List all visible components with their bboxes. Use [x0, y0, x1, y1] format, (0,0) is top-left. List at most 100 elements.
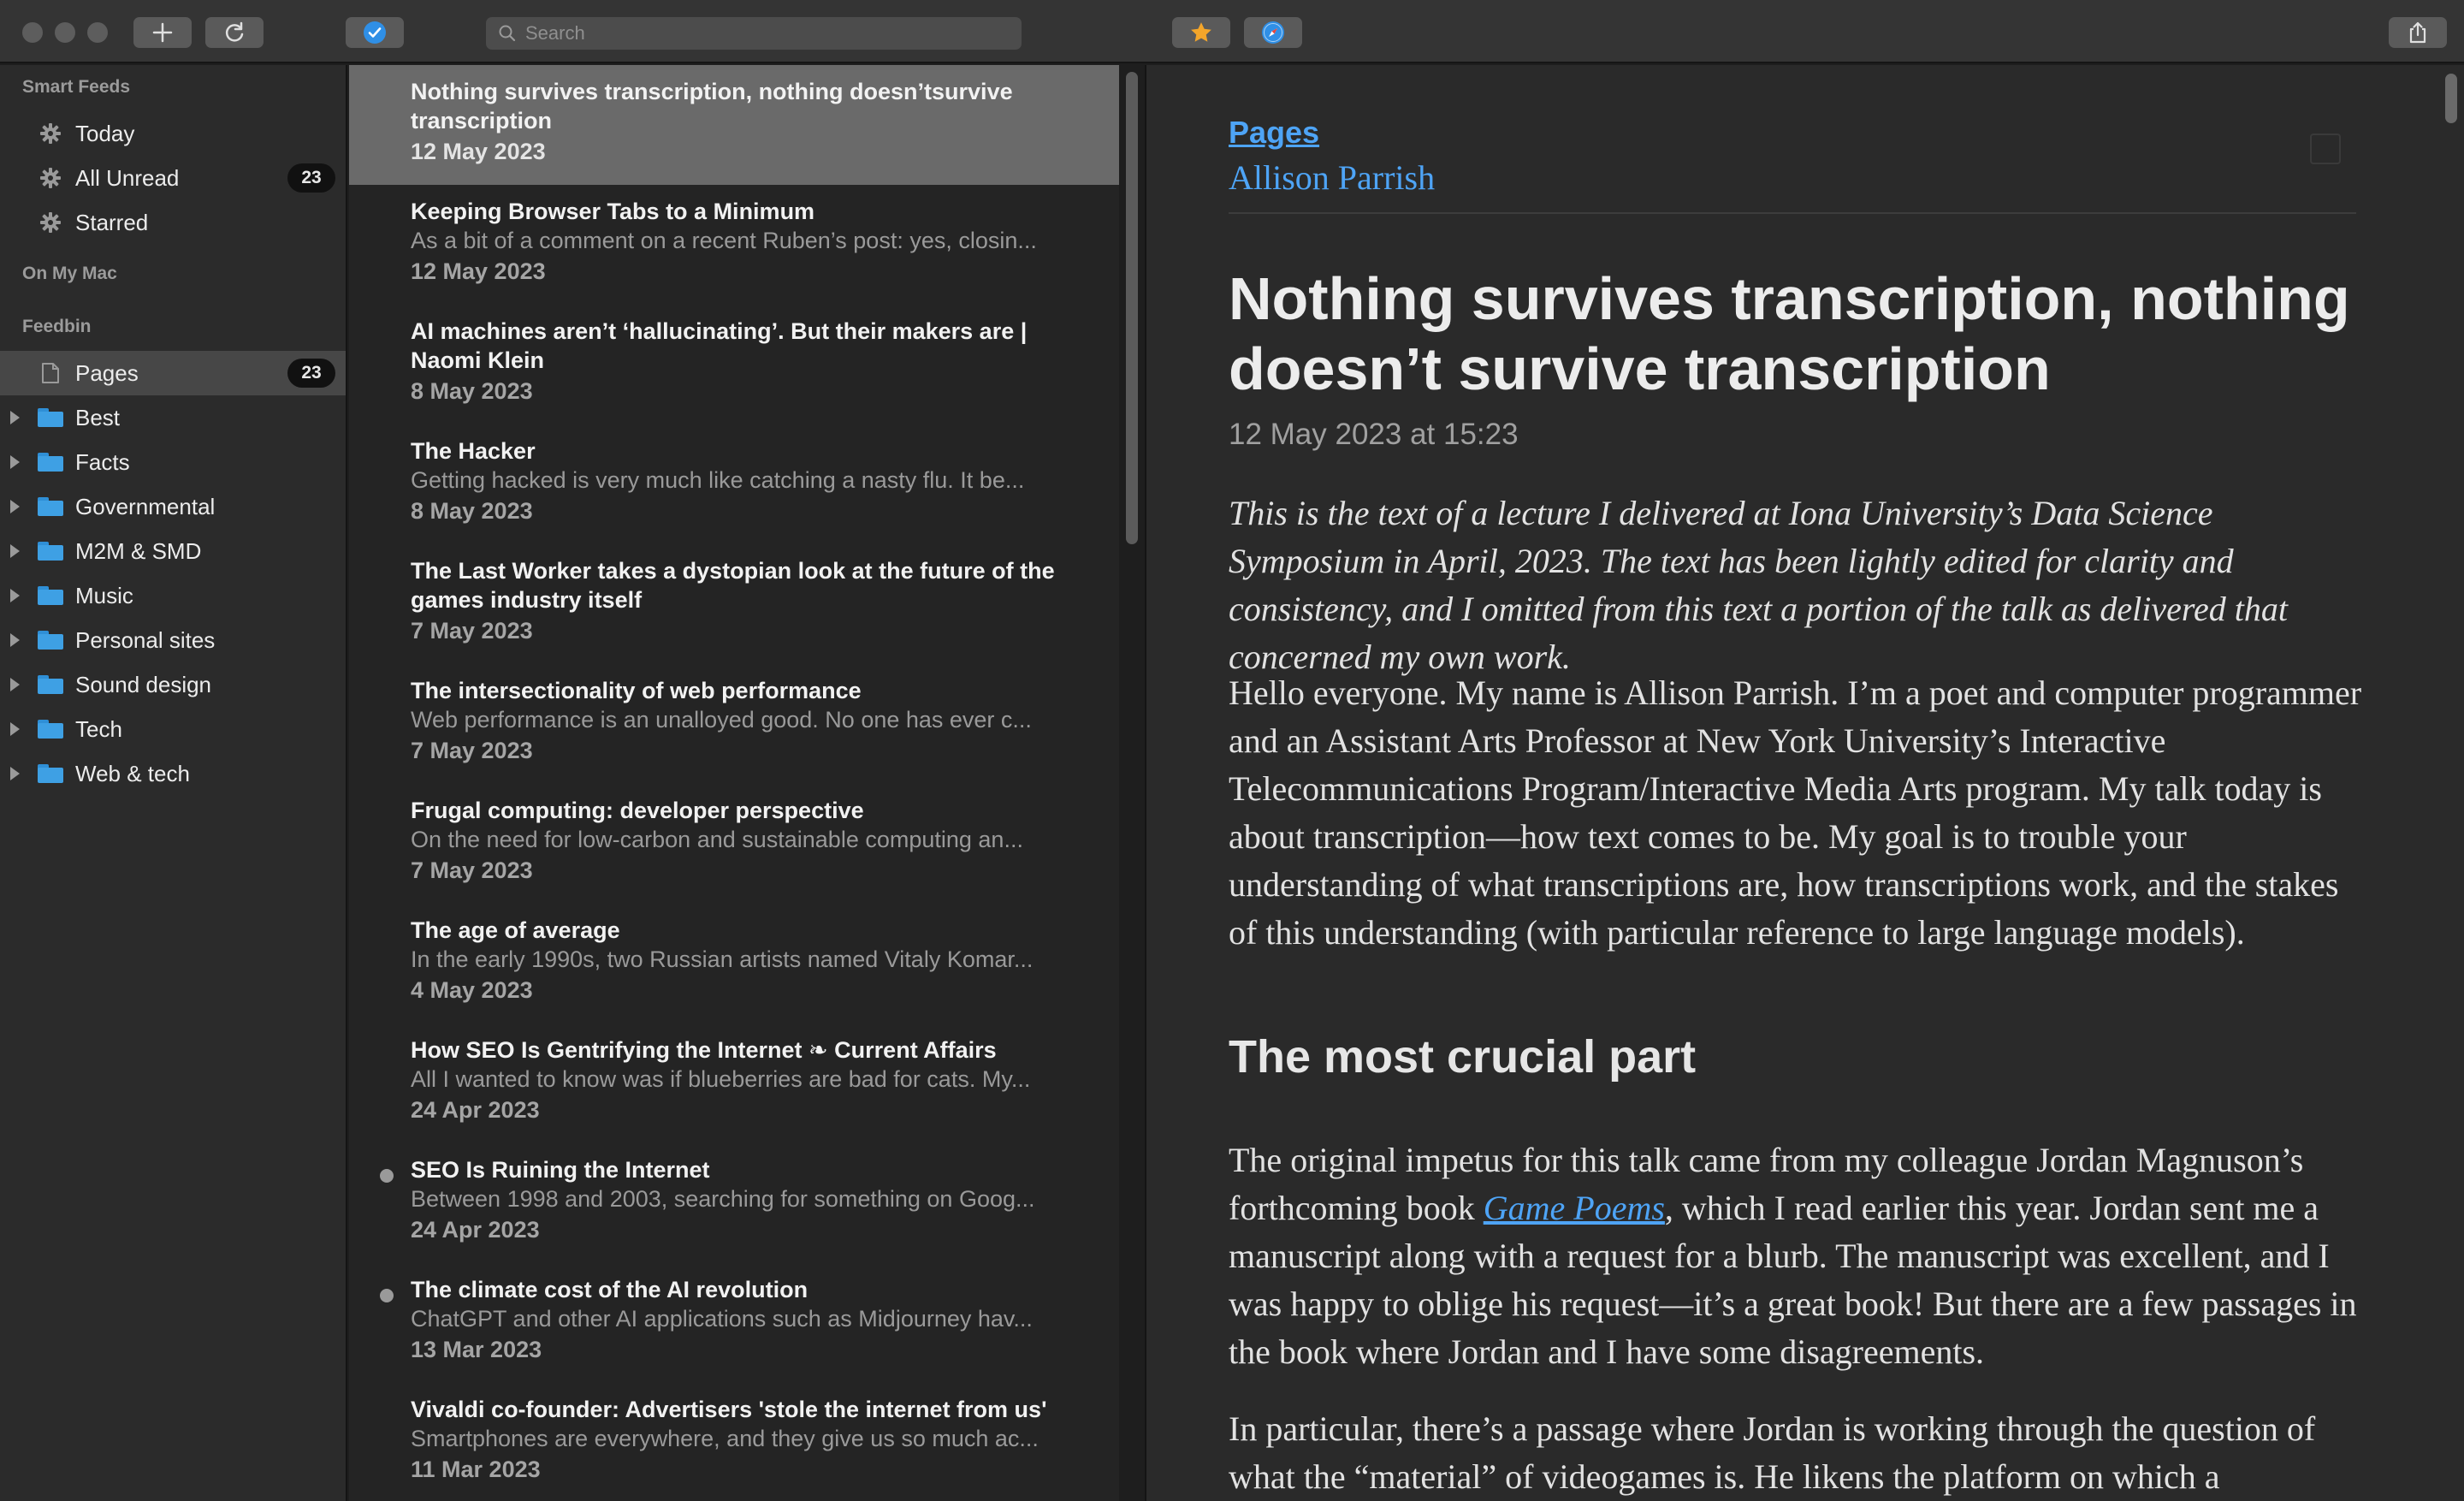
- article-list-date: 8 May 2023: [411, 378, 533, 404]
- article-author: Allison Parrish: [1229, 158, 1436, 197]
- on-my-mac-header[interactable]: On My Mac: [22, 264, 117, 284]
- close-window-button[interactable]: [22, 22, 43, 43]
- article-list-item[interactable]: AI machines aren’t ‘hallucinating’. But …: [349, 305, 1119, 424]
- plus-icon: [152, 22, 173, 43]
- disclosure-triangle-icon[interactable]: [10, 767, 20, 780]
- minimize-window-button[interactable]: [55, 22, 75, 43]
- disclosure-triangle-icon[interactable]: [10, 678, 20, 691]
- article-list-item[interactable]: The Last Worker takes a dystopian look a…: [349, 544, 1119, 664]
- open-in-browser-button[interactable]: [1244, 17, 1302, 48]
- sidebar-folder[interactable]: Sound design: [0, 662, 346, 707]
- disclosure-triangle-icon[interactable]: [10, 455, 20, 469]
- sidebar-item-label: Starred: [75, 209, 149, 235]
- article-list-date: 13 Mar 2023: [411, 1337, 542, 1362]
- share-icon: [2409, 21, 2426, 44]
- article-list-date: 7 May 2023: [411, 738, 533, 763]
- article-list-title: Keeping Browser Tabs to a Minimum: [411, 199, 815, 224]
- unread-count-badge: 23: [287, 359, 335, 388]
- checkmark-circle-icon: [364, 21, 386, 44]
- sidebar-folder-label: Personal sites: [75, 626, 216, 653]
- sidebar-item-starred[interactable]: Starred: [0, 200, 346, 245]
- header-divider: [1229, 212, 2356, 214]
- sidebar: Smart Feeds Today All Unread 23 Starred …: [0, 65, 347, 1501]
- reader-scrollbar[interactable]: [2445, 74, 2457, 123]
- disclosure-triangle-icon[interactable]: [10, 544, 20, 558]
- sidebar-folder-label: Governmental: [75, 493, 216, 519]
- page-icon: [38, 362, 63, 384]
- disclosure-triangle-icon[interactable]: [10, 589, 20, 602]
- sidebar-folder-label: Web & tech: [75, 760, 190, 786]
- article-list-item[interactable]: The age of average In the early 1990s, tw…: [349, 904, 1119, 1023]
- sidebar-folder-label: Tech: [75, 715, 122, 742]
- article-intro: This is the text of a lecture I delivere…: [1229, 494, 2288, 676]
- article-list-item[interactable]: The intersectionality of web performance…: [349, 664, 1119, 784]
- article-list-item[interactable]: Vivaldi co-founder: Advertisers 'stole t…: [349, 1383, 1119, 1501]
- article-list-title: Frugal computing: developer perspective: [411, 798, 864, 823]
- article-list: Nothing survives transcription, nothing …: [349, 65, 1119, 1501]
- article-list-date: 12 May 2023: [411, 139, 546, 164]
- disclosure-triangle-icon[interactable]: [10, 500, 20, 513]
- article-list-title: The age of average: [411, 917, 620, 943]
- share-button[interactable]: [2389, 17, 2447, 48]
- folder-icon: [38, 451, 63, 473]
- sidebar-item-label: Pages: [75, 359, 139, 386]
- sidebar-item-today[interactable]: Today: [0, 111, 346, 156]
- star-button[interactable]: [1172, 17, 1230, 48]
- article-list-date: 24 Apr 2023: [411, 1097, 540, 1123]
- article-list-item[interactable]: Frugal computing: developer perspective O…: [349, 784, 1119, 904]
- folder-icon: [38, 584, 63, 607]
- article-list-title: How SEO Is Gentrifying the Internet ❧ Cu…: [411, 1037, 997, 1063]
- article-list-item[interactable]: Keeping Browser Tabs to a Minimum As a bi…: [349, 185, 1119, 305]
- article-paragraph: Hello everyone. My name is Allison Parri…: [1229, 673, 2362, 952]
- article-list-scrollbar[interactable]: [1126, 72, 1138, 544]
- game-poems-link[interactable]: Game Poems: [1484, 1189, 1665, 1227]
- unread-count-badge: 23: [287, 163, 335, 193]
- sidebar-folder[interactable]: Governmental: [0, 484, 346, 529]
- disclosure-triangle-icon[interactable]: [10, 411, 20, 424]
- search-input[interactable]: [525, 22, 1004, 44]
- sidebar-folder[interactable]: M2M & SMD: [0, 529, 346, 573]
- article-list-snippet: Smartphones are everywhere, and they giv…: [411, 1426, 1039, 1451]
- sidebar-folder[interactable]: Web & tech: [0, 751, 346, 796]
- article-list-item[interactable]: The Hacker Getting hacked is very much li…: [349, 424, 1119, 544]
- article-list-title: The climate cost of the AI revolution: [411, 1277, 808, 1302]
- add-feed-button[interactable]: [133, 17, 192, 48]
- sidebar-folder[interactable]: Tech: [0, 707, 346, 751]
- sidebar-folder[interactable]: Music: [0, 573, 346, 618]
- article-list-item[interactable]: How SEO Is Gentrifying the Internet ❧ Cu…: [349, 1023, 1119, 1143]
- disclosure-triangle-icon[interactable]: [10, 722, 20, 736]
- feedbin-header[interactable]: Feedbin: [22, 317, 92, 337]
- sidebar-folder[interactable]: Personal sites: [0, 618, 346, 662]
- article-list-item[interactable]: Nothing survives transcription, nothing …: [349, 65, 1119, 185]
- article-title: Nothing survives transcription, nothing …: [1229, 265, 2350, 402]
- smart-feeds-header: Smart Feeds: [22, 77, 131, 97]
- refresh-button[interactable]: [205, 17, 264, 48]
- refresh-icon: [225, 21, 244, 42]
- sidebar-folder[interactable]: Facts: [0, 440, 346, 484]
- folder-icon: [38, 495, 63, 518]
- search-icon: [499, 25, 516, 42]
- feed-name-link[interactable]: Pages: [1229, 115, 1319, 151]
- search-field[interactable]: [486, 17, 1022, 50]
- zoom-window-button[interactable]: [87, 22, 108, 43]
- sidebar-item-pages[interactable]: Pages 23: [0, 351, 346, 395]
- sidebar-item-all-unread[interactable]: All Unread 23: [0, 156, 346, 200]
- article-list-title: SEO Is Ruining the Internet: [411, 1157, 710, 1183]
- article-list-item[interactable]: The climate cost of the AI revolution Cha…: [349, 1263, 1119, 1383]
- sidebar-folder-label: M2M & SMD: [75, 537, 202, 564]
- article-list-title: The Hacker: [411, 438, 536, 464]
- article-paragraph: The original impetus for this talk came …: [1229, 1136, 2366, 1376]
- article-list-snippet: Web performance is an unalloyed good. No…: [411, 707, 1032, 733]
- sidebar-folder[interactable]: Best: [0, 395, 346, 440]
- article-paragraph: In particular, there’s a passage where J…: [1229, 1409, 2316, 1496]
- article-reader: Pages Allison Parrish Nothing survives t…: [1146, 65, 2464, 1501]
- article-list-item[interactable]: SEO Is Ruining the Internet Between 1998 …: [349, 1143, 1119, 1263]
- disclosure-triangle-icon[interactable]: [10, 633, 20, 647]
- article-list-snippet: ChatGPT and other AI applications such a…: [411, 1306, 1033, 1332]
- mark-all-read-button[interactable]: [346, 17, 404, 48]
- folder-icon: [38, 718, 63, 740]
- article-list-date: 24 Apr 2023: [411, 1217, 540, 1243]
- unread-indicator-icon: [380, 1169, 394, 1183]
- toolbar: [0, 0, 2464, 63]
- folder-icon: [38, 762, 63, 785]
